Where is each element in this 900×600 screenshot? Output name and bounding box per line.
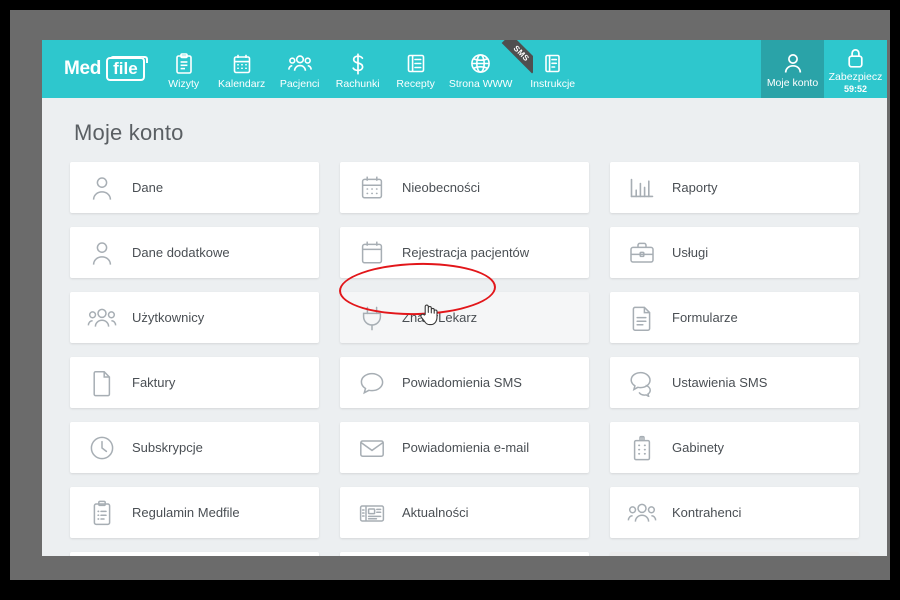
people-icon bbox=[87, 303, 117, 333]
people-icon bbox=[287, 53, 312, 75]
nav-item-label: Kalendarz bbox=[218, 77, 266, 90]
logo-text-med: Med bbox=[64, 58, 102, 79]
clock-icon bbox=[87, 433, 117, 463]
account-card-powiadomienia-e-mail[interactable]: Powiadomienia e-mail bbox=[340, 422, 589, 473]
account-card-dane[interactable]: Dane bbox=[70, 162, 319, 213]
account-card-label: Dane dodatkowe bbox=[132, 245, 230, 260]
account-card-formularze[interactable]: Formularze bbox=[610, 292, 859, 343]
account-nav-items: Moje konto Zabezpiecz 59:52 bbox=[761, 40, 887, 98]
account-card-label: Ustawienia SMS bbox=[672, 375, 768, 390]
nav-item-instrukcje[interactable]: Instrukcje bbox=[517, 40, 589, 98]
account-card-raporty[interactable]: Raporty bbox=[610, 162, 859, 213]
account-card-label: Nieobecności bbox=[402, 180, 481, 195]
account-card-label: Użytkownicy bbox=[132, 310, 205, 325]
lock-icon bbox=[846, 46, 865, 68]
plug-icon bbox=[357, 303, 387, 333]
nav-item-moje-konto[interactable]: Moje konto bbox=[761, 40, 824, 98]
account-card-label: Dane bbox=[132, 180, 164, 195]
user-outline-icon bbox=[87, 238, 117, 268]
nav-item-wizyty[interactable]: Wizyty bbox=[155, 40, 213, 98]
logo-badge-file: file bbox=[106, 55, 148, 81]
account-card-subskrypcje[interactable]: Subskrypcje bbox=[70, 422, 319, 473]
account-card-regulamin-medfile[interactable]: Regulamin Medfile bbox=[70, 487, 319, 538]
account-card-label: Aktualności bbox=[402, 505, 469, 520]
account-card-label: Rejestracja pacjentów bbox=[402, 245, 530, 260]
account-card-aktualności[interactable]: Aktualności bbox=[340, 487, 589, 538]
page-icon bbox=[87, 368, 117, 398]
app-screen: Med file Wizyty Kalendarz Pacjenci Rachunki… bbox=[42, 40, 887, 556]
account-card-powiadomienia-sms[interactable]: Powiadomienia SMS bbox=[340, 357, 589, 408]
account-card-label: Powiadomienia e-mail bbox=[402, 440, 530, 455]
envelope-icon bbox=[357, 433, 387, 463]
account-card-label: Gabinety bbox=[672, 440, 725, 455]
logo-text-file: file bbox=[106, 56, 145, 81]
account-card-magazyn[interactable]: Magazyn bbox=[610, 552, 859, 556]
nav-item-label: Wizyty bbox=[168, 77, 200, 90]
calendar-blank-icon bbox=[357, 238, 387, 268]
account-card-label: Formularze bbox=[672, 310, 738, 325]
account-cards-grid: Dane Nieobecności Raporty Dane dodatkowe Rej… bbox=[70, 162, 859, 556]
list-icon bbox=[406, 53, 426, 75]
briefcase-icon bbox=[627, 238, 657, 268]
account-card-nfz-ustawienia[interactable]: NFZ - Ustawienia bbox=[70, 552, 319, 556]
session-timer: 59:52 bbox=[843, 84, 868, 94]
account-card-label: Subskrypcje bbox=[132, 440, 203, 455]
account-card-opinie[interactable]: Opinie bbox=[340, 552, 589, 556]
nav-item-label: Strona WWW bbox=[448, 77, 513, 90]
nav-item-label: Pacjenci bbox=[279, 77, 320, 90]
account-card-label: ZnanyLekarz bbox=[402, 310, 478, 325]
app-logo[interactable]: Med file bbox=[42, 40, 155, 98]
account-card-kontrahenci[interactable]: Kontrahenci bbox=[610, 487, 859, 538]
speech-bubble-icon bbox=[357, 368, 387, 398]
account-card-usługi[interactable]: Usługi bbox=[610, 227, 859, 278]
book-icon bbox=[543, 53, 562, 75]
document-lines-icon bbox=[627, 303, 657, 333]
newspaper-icon bbox=[357, 498, 387, 528]
globe-icon bbox=[470, 53, 491, 75]
account-card-label: Kontrahenci bbox=[672, 505, 742, 520]
people-icon bbox=[627, 498, 657, 528]
account-card-label: Faktury bbox=[132, 375, 176, 390]
device-bezel: Med file Wizyty Kalendarz Pacjenci Rachunki… bbox=[0, 0, 900, 600]
device-bezel-inner: Med file Wizyty Kalendarz Pacjenci Rachunki… bbox=[10, 10, 890, 580]
account-card-label: Regulamin Medfile bbox=[132, 505, 240, 520]
account-card-label: Usługi bbox=[672, 245, 709, 260]
nav-item-rachunki[interactable]: Rachunki bbox=[329, 40, 387, 98]
nav-item-strona-www[interactable]: Strona WWW SMS bbox=[445, 40, 533, 98]
account-card-label: Raporty bbox=[672, 180, 718, 195]
bar-chart-icon bbox=[627, 173, 657, 203]
nav-item-pacjenci[interactable]: Pacjenci bbox=[271, 40, 329, 98]
account-card-użytkownicy[interactable]: Użytkownicy bbox=[70, 292, 319, 343]
clipboard-list-icon bbox=[87, 498, 117, 528]
account-card-faktury[interactable]: Faktury bbox=[70, 357, 319, 408]
nav-item-label: Moje konto bbox=[766, 77, 819, 89]
nav-item-kalendarz[interactable]: Kalendarz bbox=[213, 40, 271, 98]
calendar-grid-icon bbox=[357, 173, 387, 203]
page-title: Moje konto bbox=[74, 120, 184, 145]
account-card-gabinety[interactable]: Gabinety bbox=[610, 422, 859, 473]
top-navigation-bar: Med file Wizyty Kalendarz Pacjenci Rachunki… bbox=[42, 40, 887, 98]
user-icon bbox=[783, 52, 803, 74]
account-card-dane-dodatkowe[interactable]: Dane dodatkowe bbox=[70, 227, 319, 278]
nav-item-label: Zabezpiecz bbox=[828, 71, 883, 83]
clipboard-icon bbox=[174, 52, 194, 75]
account-card-nieobecności[interactable]: Nieobecności bbox=[340, 162, 589, 213]
account-card-ustawienia-sms[interactable]: Ustawienia SMS bbox=[610, 357, 859, 408]
calendar-icon bbox=[232, 53, 252, 75]
account-card-znanylekarz[interactable]: ZnanyLekarz bbox=[340, 292, 589, 343]
nav-item-zabezpiecz[interactable]: Zabezpiecz 59:52 bbox=[824, 40, 887, 98]
page-body: Moje konto Dane Nieobecności Raporty Dane d… bbox=[42, 98, 887, 556]
primary-nav-items: Wizyty Kalendarz Pacjenci Rachunki Recepty St… bbox=[155, 40, 589, 98]
account-card-rejestracja-pacjentów[interactable]: Rejestracja pacjentów bbox=[340, 227, 589, 278]
nav-item-label: Recepty bbox=[396, 77, 435, 90]
nav-item-recepty[interactable]: Recepty bbox=[387, 40, 445, 98]
speech-bubbles-icon bbox=[627, 368, 657, 398]
account-card-label: Powiadomienia SMS bbox=[402, 375, 522, 390]
nav-item-label: Instrukcje bbox=[530, 77, 576, 90]
hospital-icon bbox=[627, 433, 657, 463]
dollar-icon bbox=[350, 52, 366, 75]
nav-item-label: Rachunki bbox=[335, 77, 380, 90]
user-outline-icon bbox=[87, 173, 117, 203]
